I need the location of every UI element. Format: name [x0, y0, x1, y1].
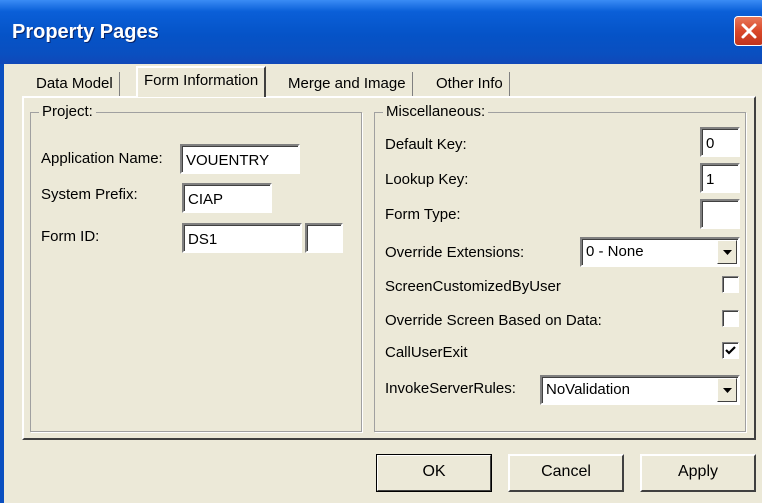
screen-customized-checkbox[interactable]: [722, 276, 739, 293]
apply-button[interactable]: Apply: [640, 454, 756, 492]
close-button[interactable]: [734, 16, 762, 46]
invoke-server-rules-label: InvokeServerRules:: [385, 380, 516, 397]
invoke-server-rules-select[interactable]: NoValidation: [540, 375, 740, 405]
form-id-label: Form ID:: [41, 228, 100, 245]
call-user-exit-label: CallUserExit: [385, 344, 468, 361]
chevron-down-icon: [723, 388, 732, 393]
tab-form-information[interactable]: Form Information: [136, 66, 267, 97]
override-extensions-select[interactable]: 0 - None: [580, 237, 740, 267]
override-extensions-dropdown-button[interactable]: [717, 240, 737, 264]
checkmark-icon: [725, 346, 736, 355]
lookup-key-label: Lookup Key:: [385, 171, 469, 188]
close-icon: [741, 23, 757, 39]
override-screen-checkbox[interactable]: [722, 310, 739, 327]
override-extensions-label: Override Extensions:: [385, 244, 525, 261]
system-prefix-field[interactable]: CIAP: [182, 183, 272, 213]
ok-button[interactable]: OK: [376, 454, 492, 492]
override-extensions-value: 0 - None: [586, 243, 644, 260]
invoke-server-rules-dropdown-button[interactable]: [717, 378, 737, 402]
form-type-label: Form Type:: [385, 206, 461, 223]
window-title: Property Pages: [12, 21, 159, 43]
default-key-label: Default Key:: [385, 136, 467, 153]
system-prefix-label: System Prefix:: [41, 186, 138, 203]
tab-other-info[interactable]: Other Info: [430, 72, 510, 96]
title-bar[interactable]: Property Pages: [0, 0, 762, 64]
project-legend: Project:: [39, 102, 96, 122]
window-frame: [0, 64, 4, 503]
application-name-label: Application Name:: [41, 150, 163, 167]
chevron-down-icon: [723, 250, 732, 255]
form-id-suffix-field[interactable]: [305, 223, 343, 253]
form-type-field[interactable]: [700, 199, 740, 229]
lookup-key-field[interactable]: 1: [700, 163, 740, 193]
tab-merge-and-image[interactable]: Merge and Image: [282, 72, 413, 96]
form-id-field[interactable]: DS1: [182, 223, 302, 253]
application-name-field[interactable]: VOUENTRY: [180, 144, 300, 174]
override-screen-label: Override Screen Based on Data:: [385, 312, 602, 329]
invoke-server-rules-value: NoValidation: [546, 381, 630, 398]
miscellaneous-legend: Miscellaneous:: [383, 102, 489, 122]
screen-customized-label: ScreenCustomizedByUser: [385, 278, 561, 295]
tab-data-model[interactable]: Data Model: [30, 72, 120, 96]
default-key-field[interactable]: 0: [700, 127, 740, 157]
call-user-exit-checkbox[interactable]: [722, 342, 739, 359]
cancel-button[interactable]: Cancel: [508, 454, 624, 492]
